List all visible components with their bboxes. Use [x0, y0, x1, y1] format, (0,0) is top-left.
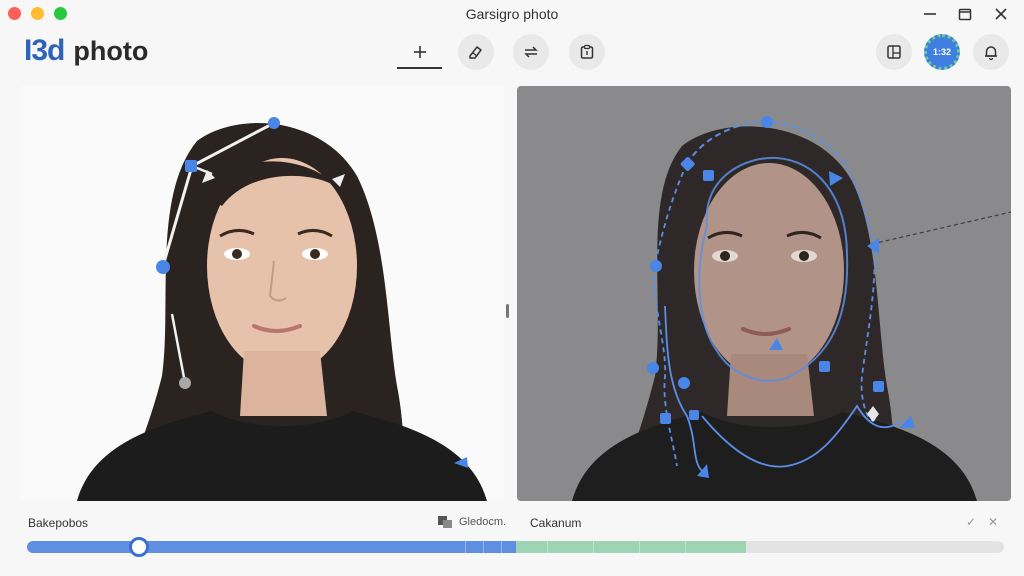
title-bar: Garsigro photo — [0, 0, 1024, 28]
left-pupil — [232, 249, 242, 259]
add-tool-button[interactable] — [402, 34, 438, 70]
control-point[interactable] — [650, 260, 662, 272]
close-small-icon[interactable]: ✕ — [988, 515, 998, 529]
eraser-tool-button[interactable] — [458, 34, 494, 70]
layers-icon — [438, 516, 452, 528]
window-title: Garsigro photo — [465, 6, 559, 22]
layout-button[interactable] — [876, 34, 912, 70]
right-pupil — [799, 251, 809, 261]
clipboard-icon — [580, 44, 594, 59]
avatar[interactable]: 1:32 — [924, 34, 960, 70]
close-icon[interactable] — [990, 4, 1012, 24]
logo-text: photo — [73, 36, 149, 66]
swap-tool-button[interactable] — [513, 34, 549, 70]
app-logo: I3d photo — [24, 34, 148, 68]
timeline-segment — [593, 541, 594, 553]
neck-shape — [727, 354, 814, 416]
timeline-segment — [685, 541, 686, 553]
mid-label: Gledocm. — [459, 516, 507, 528]
face-shape — [694, 163, 844, 379]
timeline-segment — [465, 541, 466, 553]
processed-photo-panel[interactable] — [517, 86, 1011, 501]
eraser-icon — [469, 46, 482, 59]
mid-label-secondary: Cakanum — [530, 516, 582, 530]
timeline-segment — [483, 541, 484, 553]
timeline-track[interactable] — [27, 541, 1004, 553]
clipboard-tool-button[interactable] — [569, 34, 605, 70]
plus-icon — [414, 46, 426, 58]
control-point[interactable] — [268, 117, 280, 129]
layout-icon — [887, 45, 901, 59]
swap-icon — [524, 46, 538, 58]
split-divider-handle[interactable] — [506, 304, 509, 318]
neck-shape — [240, 351, 327, 416]
control-point[interactable] — [678, 377, 690, 389]
control-point[interactable] — [185, 160, 197, 172]
timeline-segment — [547, 541, 548, 553]
control-point[interactable] — [660, 413, 671, 424]
control-point[interactable] — [819, 361, 830, 372]
left-pupil — [720, 251, 730, 261]
logo-mark: I3d — [24, 34, 65, 67]
notifications-button[interactable] — [973, 34, 1009, 70]
minimize-icon[interactable] — [919, 4, 941, 24]
check-icon[interactable]: ✓ — [966, 515, 976, 529]
timeline-label: Bakepobos — [28, 516, 89, 530]
active-tool-indicator — [397, 67, 442, 69]
restore-icon[interactable] — [954, 4, 976, 24]
control-point-inactive[interactable] — [179, 377, 191, 389]
control-point[interactable] — [156, 260, 170, 274]
control-point[interactable] — [689, 410, 699, 420]
control-point[interactable] — [761, 116, 773, 128]
control-point[interactable] — [647, 362, 659, 374]
bell-icon — [985, 46, 997, 61]
original-photo-canvas[interactable] — [22, 86, 504, 501]
right-pupil — [310, 249, 320, 259]
avatar-text: 1:32 — [932, 47, 951, 57]
timeline-segment — [501, 541, 502, 553]
timeline-segment — [639, 541, 640, 553]
timeline-progress-blue — [27, 541, 516, 553]
control-point[interactable] — [703, 170, 714, 181]
original-photo-panel[interactable] — [22, 86, 504, 501]
guide-line — [871, 211, 1011, 245]
control-point[interactable] — [873, 381, 884, 392]
timeline-thumb[interactable] — [129, 537, 149, 557]
processed-photo-canvas[interactable] — [517, 86, 1011, 501]
timeline-progress-green — [516, 541, 746, 553]
